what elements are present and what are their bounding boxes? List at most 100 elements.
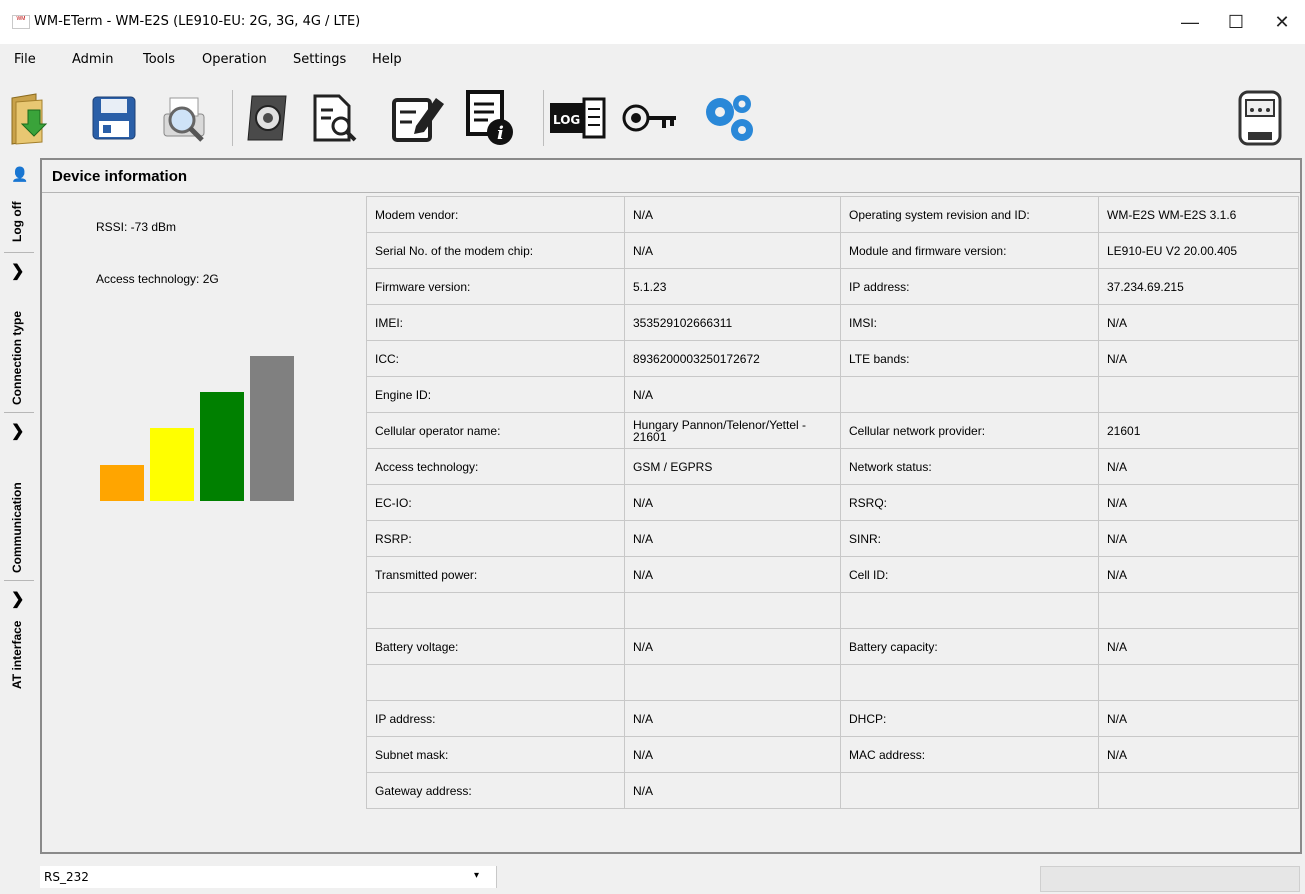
config-book-icon[interactable]: [238, 86, 298, 150]
field-value: 21601: [1098, 412, 1299, 449]
field-value: N/A: [1098, 340, 1299, 377]
maximize-button[interactable]: ☐: [1213, 0, 1259, 44]
table-row: RSRP: N/A SINR: N/A: [366, 520, 1299, 557]
field-label: Serial No. of the modem chip:: [366, 232, 625, 269]
log-icon[interactable]: LOG: [548, 86, 608, 150]
field-label: IMEI:: [366, 304, 625, 341]
chevron-right-icon: ❯: [11, 263, 25, 280]
table-row: Transmitted power: N/A Cell ID: N/A: [366, 556, 1299, 593]
field-value: N/A: [624, 736, 841, 773]
signal-info: RSSI: -73 dBm Access technology: 2G: [44, 196, 366, 850]
side-tabs: 👤 Log off ❯ Connection type ❯ Communicat…: [0, 160, 34, 860]
field-value: N/A: [624, 772, 841, 809]
field-value: [624, 592, 841, 629]
field-value: [624, 664, 841, 701]
field-label: IP address:: [840, 268, 1099, 305]
field-label: Cellular operator name:: [366, 412, 625, 449]
rssi-label: RSSI: -73 dBm: [96, 220, 177, 234]
field-label: Access technology:: [366, 448, 625, 485]
port-select[interactable]: RS_232 ▾: [40, 866, 497, 888]
field-value: 37.234.69.215: [1098, 268, 1299, 305]
tab-log-off[interactable]: 👤 Log off: [4, 160, 34, 250]
field-value: [1098, 772, 1299, 809]
table-row: Firmware version: 5.1.23 IP address: 37.234…: [366, 268, 1299, 305]
status-bar: RS_232 ▾: [0, 860, 1305, 894]
field-value: 5.1.23: [624, 268, 841, 305]
field-value: N/A: [1098, 700, 1299, 737]
table-row: Gateway address: N/A: [366, 772, 1299, 809]
edit-document-icon[interactable]: [388, 86, 448, 150]
field-label: [840, 772, 1099, 809]
app-icon: WM: [12, 15, 30, 29]
menu-operation[interactable]: Operation: [202, 52, 267, 67]
field-label: DHCP:: [840, 700, 1099, 737]
toolbar-separator: [543, 90, 544, 146]
chevron-right-icon: ❯: [11, 591, 25, 608]
tab-communication[interactable]: ❯ Communication: [4, 412, 34, 581]
field-value: N/A: [624, 196, 841, 233]
device-info-icon[interactable]: i: [460, 86, 520, 150]
table-row: Engine ID: N/A: [366, 376, 1299, 413]
menu-admin[interactable]: Admin: [72, 52, 113, 67]
field-value: N/A: [1098, 484, 1299, 521]
field-value: N/A: [624, 520, 841, 557]
menu-help[interactable]: Help: [372, 52, 402, 67]
field-value: N/A: [624, 556, 841, 593]
field-value: N/A: [1098, 736, 1299, 773]
field-label: [840, 376, 1099, 413]
field-label: IMSI:: [840, 304, 1099, 341]
gears-icon[interactable]: [700, 86, 760, 150]
field-label: LTE bands:: [840, 340, 1099, 377]
signal-bar: [150, 428, 194, 501]
field-label: MAC address:: [840, 736, 1099, 773]
print-preview-icon[interactable]: [154, 86, 214, 150]
toolbar-separator: [232, 90, 233, 146]
close-button[interactable]: ✕: [1259, 0, 1305, 44]
tab-connection-type[interactable]: ❯ Connection type: [4, 252, 34, 411]
panel-header: Device information: [42, 160, 1300, 193]
field-value: GSM / EGPRS: [624, 448, 841, 485]
field-label: ICC:: [366, 340, 625, 377]
menu-bar: File Admin Tools Operation Settings Help: [0, 44, 1305, 76]
field-label: SINR:: [840, 520, 1099, 557]
table-row: IP address: N/A DHCP: N/A: [366, 700, 1299, 737]
field-label: EC-IO:: [366, 484, 625, 521]
field-label: [366, 592, 625, 629]
field-label: IP address:: [366, 700, 625, 737]
minimize-button[interactable]: —: [1167, 0, 1213, 44]
table-row: ICC: 8936200003250172672 LTE bands: N/A: [366, 340, 1299, 377]
table-row: [366, 592, 1299, 629]
field-label: Operating system revision and ID:: [840, 196, 1099, 233]
table-row: EC-IO: N/A RSRQ: N/A: [366, 484, 1299, 521]
menu-tools[interactable]: Tools: [143, 52, 175, 67]
log-label: LOG: [553, 113, 580, 127]
field-label: Cellular network provider:: [840, 412, 1099, 449]
tab-communication-label: Communication: [10, 482, 24, 573]
port-select-value: RS_232: [44, 870, 89, 884]
field-value: N/A: [624, 376, 841, 413]
title-bar: WM WM-ETerm - WM-E2S (LE910-EU: 2G, 3G, …: [0, 0, 1305, 44]
document-search-icon[interactable]: [304, 86, 364, 150]
key-refresh-icon[interactable]: [620, 86, 680, 150]
field-label: Subnet mask:: [366, 736, 625, 773]
open-folder-icon[interactable]: [2, 86, 62, 150]
menu-file[interactable]: File: [14, 52, 36, 67]
user-icon: 👤: [11, 166, 29, 182]
access-technology-label: Access technology: 2G: [96, 272, 219, 286]
device-info-table: Modem vendor: N/A Operating system revisio…: [366, 196, 1299, 809]
field-value: N/A: [624, 700, 841, 737]
field-value: [1098, 376, 1299, 413]
signal-strength-bars: [100, 356, 300, 501]
save-disk-icon[interactable]: [84, 86, 144, 150]
table-row: Subnet mask: N/A MAC address: N/A: [366, 736, 1299, 773]
field-value: [1098, 664, 1299, 701]
tab-at-interface[interactable]: ❯ AT interface: [4, 580, 34, 691]
menu-settings[interactable]: Settings: [293, 52, 346, 67]
table-row: Cellular operator name: Hungary Pannon/Te…: [366, 412, 1299, 449]
field-value: 353529102666311: [624, 304, 841, 341]
svg-text:i: i: [497, 123, 504, 144]
signal-bar: [250, 356, 294, 501]
meter-icon[interactable]: [1230, 86, 1290, 150]
tab-connection-type-label: Connection type: [10, 310, 24, 405]
field-label: Modem vendor:: [366, 196, 625, 233]
